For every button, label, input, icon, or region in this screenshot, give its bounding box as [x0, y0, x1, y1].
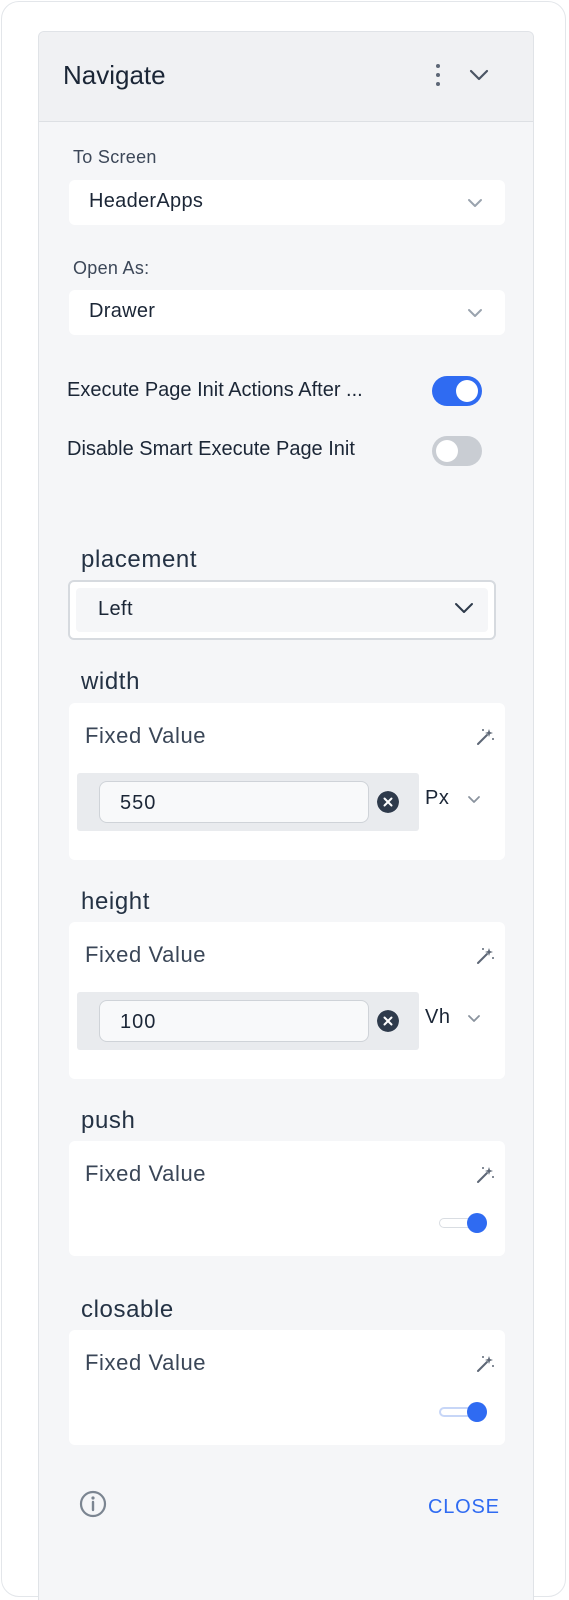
height-mode-label: Fixed Value: [85, 942, 207, 967]
placement-select[interactable]: Left: [68, 580, 496, 640]
height-card: Fixed Value 100 Vh: [69, 922, 505, 1079]
magic-wand-icon[interactable]: [475, 1354, 495, 1374]
width-mode-label: Fixed Value: [85, 723, 207, 748]
panel-header: Navigate: [39, 32, 533, 122]
clear-icon[interactable]: [377, 1010, 399, 1032]
height-value: 100: [120, 1011, 157, 1033]
width-unit-select[interactable]: Px: [425, 787, 449, 810]
placement-value: Left: [98, 598, 133, 620]
chevron-down-icon: [468, 309, 482, 317]
width-input-bar: 550: [77, 773, 419, 831]
panel-title: Navigate: [63, 60, 166, 90]
height-label: height: [81, 888, 150, 915]
collapse-chevron-icon[interactable]: [469, 68, 489, 82]
closable-card: Fixed Value: [69, 1330, 505, 1445]
placement-label: placement: [81, 546, 198, 573]
height-input[interactable]: 100: [99, 1000, 369, 1042]
open-as-value: Drawer: [89, 300, 156, 322]
open-as-select[interactable]: Drawer: [69, 290, 505, 335]
open-as-label: Open As:: [73, 258, 150, 278]
navigate-panel: Navigate To Screen HeaderApps Open As: D…: [38, 31, 534, 1600]
disable-smart-execute-toggle[interactable]: [432, 436, 482, 466]
execute-page-init-toggle[interactable]: [432, 376, 482, 406]
magic-wand-icon[interactable]: [475, 1165, 495, 1185]
push-label: push: [81, 1107, 136, 1134]
closable-label: closable: [81, 1296, 174, 1323]
clear-icon[interactable]: [377, 791, 399, 813]
closable-switch[interactable]: [439, 1402, 487, 1422]
chevron-down-icon: [468, 199, 482, 207]
push-card: Fixed Value: [69, 1141, 505, 1256]
magic-wand-icon[interactable]: [475, 727, 495, 747]
height-unit-select[interactable]: Vh: [425, 1006, 450, 1029]
width-value: 550: [120, 792, 157, 814]
to-screen-label: To Screen: [73, 147, 157, 167]
closable-mode-label: Fixed Value: [85, 1350, 207, 1375]
to-screen-value: HeaderApps: [89, 190, 204, 212]
chevron-down-icon: [468, 1015, 480, 1022]
magic-wand-icon[interactable]: [475, 946, 495, 966]
height-input-bar: 100: [77, 992, 419, 1050]
width-label: width: [81, 668, 141, 695]
kebab-menu-icon[interactable]: [435, 64, 441, 90]
push-switch[interactable]: [439, 1213, 487, 1233]
to-screen-select[interactable]: HeaderApps: [69, 180, 505, 225]
info-icon[interactable]: [79, 1490, 107, 1518]
close-button[interactable]: CLOSE: [428, 1496, 500, 1519]
disable-smart-execute-label: Disable Smart Execute Page Init: [67, 438, 355, 460]
width-input[interactable]: 550: [99, 781, 369, 823]
chevron-down-icon: [455, 603, 473, 613]
execute-page-init-label: Execute Page Init Actions After ...: [67, 379, 363, 401]
push-mode-label: Fixed Value: [85, 1161, 207, 1186]
width-card: Fixed Value 550 Px: [69, 703, 505, 860]
chevron-down-icon: [468, 796, 480, 803]
